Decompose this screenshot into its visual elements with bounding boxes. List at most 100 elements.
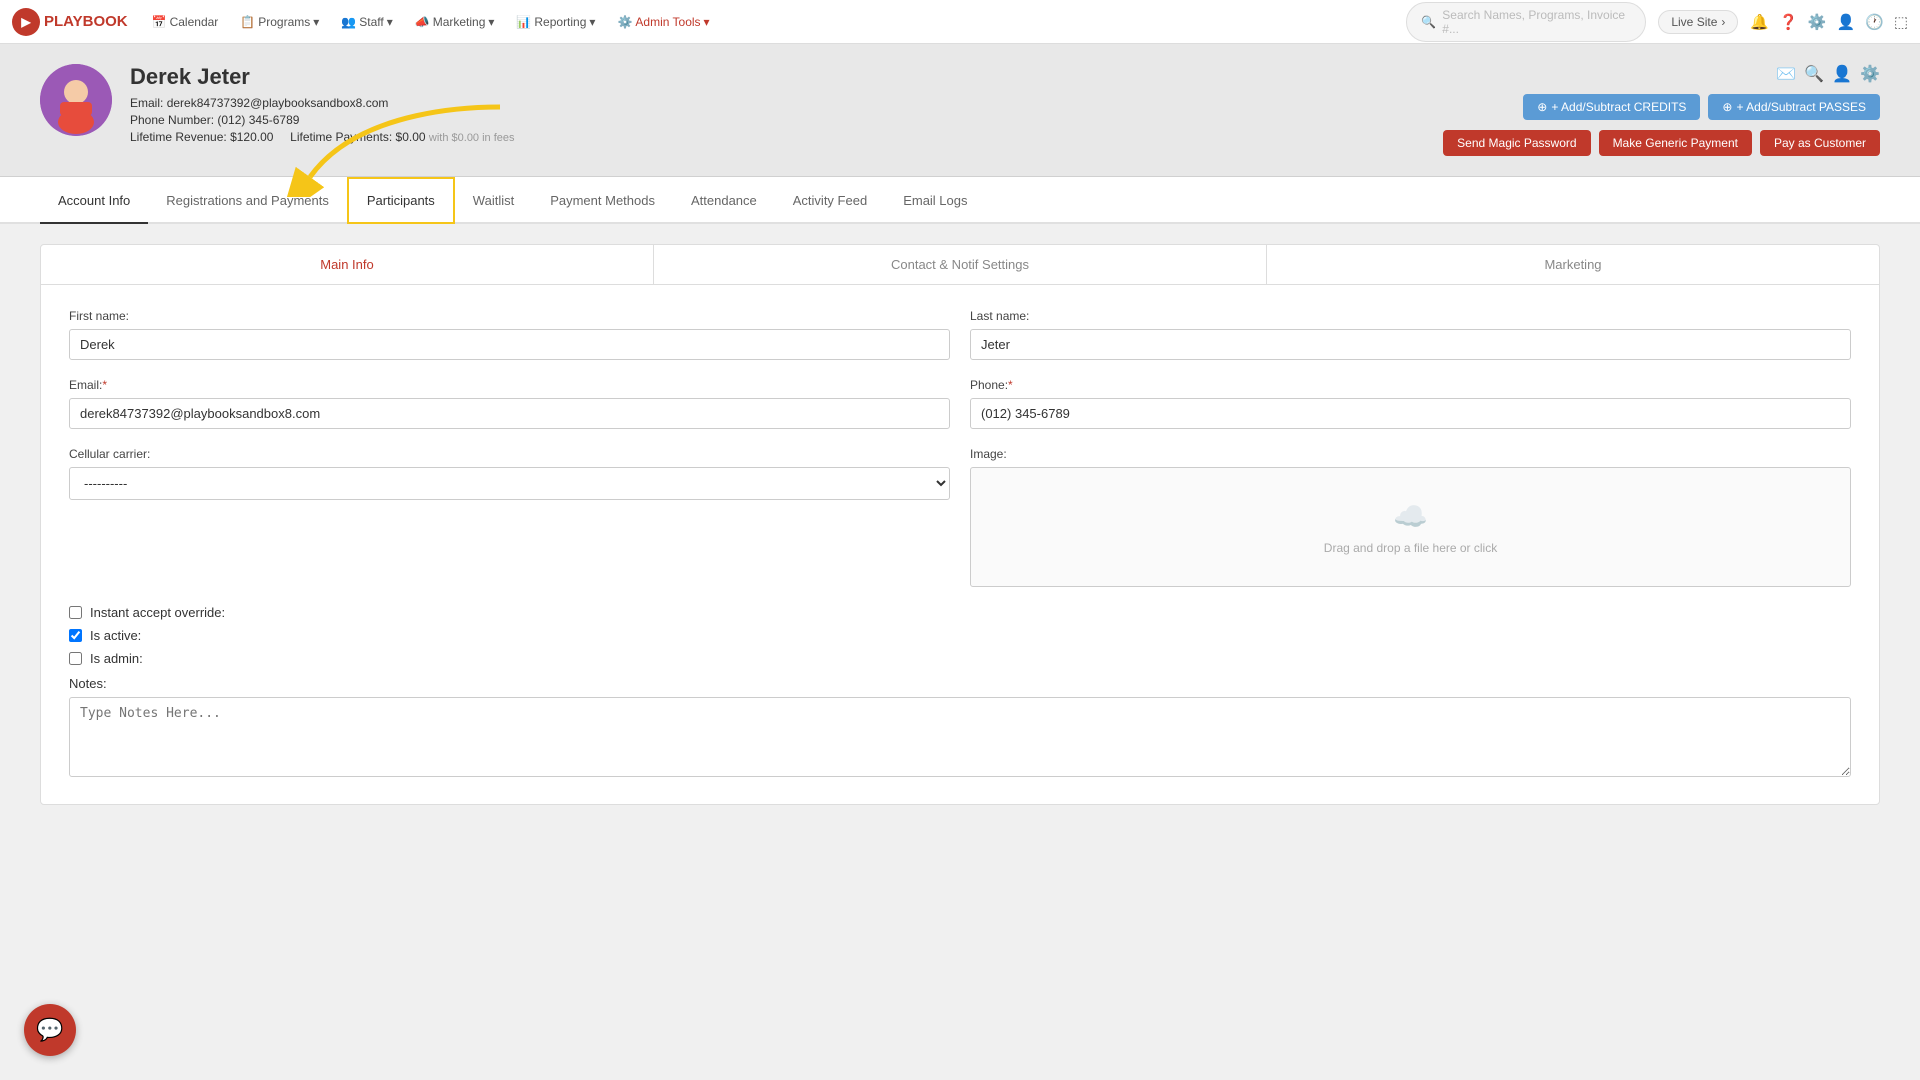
bottom-actions: Send Magic Password Make Generic Payment… (1443, 130, 1880, 156)
carrier-image-row: Cellular carrier: ---------- Image: ☁️ D… (69, 447, 1851, 587)
programs-icon: 📋 (240, 15, 255, 29)
tab-account-info[interactable]: Account Info (40, 179, 148, 224)
nav-admin-tools[interactable]: ⚙️ Admin Tools ▾ (607, 11, 719, 33)
instant-accept-row: Instant accept override: (69, 605, 1851, 620)
is-admin-label: Is admin: (90, 651, 143, 666)
nav-programs[interactable]: 📋 Programs ▾ (230, 11, 329, 33)
email-group: Email:* (69, 378, 950, 429)
last-name-input[interactable] (970, 329, 1851, 360)
brand-icon: ▶ (12, 8, 40, 36)
last-name-group: Last name: (970, 309, 1851, 360)
phone-group: Phone:* (970, 378, 1851, 429)
tab-waitlist[interactable]: Waitlist (455, 179, 532, 224)
form-body: First name: Last name: Email:* (41, 285, 1879, 804)
upload-icon: ☁️ (1393, 500, 1428, 533)
reporting-icon: 📊 (516, 15, 531, 29)
is-active-checkbox[interactable] (69, 629, 82, 642)
last-name-label: Last name: (970, 309, 1851, 323)
chat-icon: 💬 (36, 1017, 63, 1043)
profile-left: Derek Jeter Email: derek84737392@playboo… (40, 64, 515, 147)
is-active-label: Is active: (90, 628, 141, 643)
form-tab-contact-notif[interactable]: Contact & Notif Settings (654, 245, 1267, 284)
tab-payment-methods[interactable]: Payment Methods (532, 179, 673, 224)
user-action-button[interactable]: 👤 (1832, 64, 1852, 84)
logout-icon[interactable]: ⬚ (1894, 13, 1908, 31)
email-phone-row: Email:* Phone:* (69, 378, 1851, 429)
instant-accept-checkbox[interactable] (69, 606, 82, 619)
first-name-label: First name: (69, 309, 950, 323)
plus-credits-icon: ⊕ (1537, 100, 1547, 114)
notes-group: Notes: (69, 676, 1851, 780)
is-active-row: Is active: (69, 628, 1851, 643)
email-label: Email: (130, 96, 163, 110)
plus-passes-icon: ⊕ (1722, 100, 1732, 114)
send-magic-password-button[interactable]: Send Magic Password (1443, 130, 1590, 156)
tab-activity-feed[interactable]: Activity Feed (775, 179, 885, 224)
name-row: First name: Last name: (69, 309, 1851, 360)
top-navigation: ▶ PLAYBOOK 📅 Calendar 📋 Programs ▾ 👥 Sta… (0, 0, 1920, 44)
notes-label: Notes: (69, 676, 1851, 691)
profile-info: Derek Jeter Email: derek84737392@playboo… (130, 64, 515, 147)
first-name-input[interactable] (69, 329, 950, 360)
form-panel: Main Info Contact & Notif Settings Marke… (40, 244, 1880, 805)
add-credits-button[interactable]: ⊕ + Add/Subtract CREDITS (1523, 94, 1700, 120)
profile-email: derek84737392@playbooksandbox8.com (167, 96, 389, 110)
nav-icon-group: 🔔 ❓ ⚙️ 👤 🕐 ⬚ (1750, 13, 1908, 31)
calendar-icon: 📅 (152, 15, 167, 29)
nav-staff[interactable]: 👥 Staff ▾ (331, 11, 402, 33)
nav-marketing[interactable]: 📣 Marketing ▾ (405, 11, 505, 33)
phone-input[interactable] (970, 398, 1851, 429)
profile-name: Derek Jeter (130, 64, 515, 90)
instant-accept-label: Instant accept override: (90, 605, 225, 620)
cellular-carrier-select[interactable]: ---------- (69, 467, 950, 500)
history-icon[interactable]: 🕐 (1865, 13, 1884, 31)
tab-email-logs[interactable]: Email Logs (885, 179, 985, 224)
profile-actions: ✉️ 🔍 👤 ⚙️ ⊕ + Add/Subtract CREDITS ⊕ + A… (1443, 64, 1880, 156)
nav-links: 📅 Calendar 📋 Programs ▾ 👥 Staff ▾ 📣 Mark… (142, 11, 1403, 33)
checkboxes-group: Instant accept override: Is active: Is a… (69, 605, 1851, 666)
is-admin-checkbox[interactable] (69, 652, 82, 665)
image-label: Image: (970, 447, 1851, 461)
cellular-carrier-label: Cellular carrier: (69, 447, 950, 461)
form-tabs: Main Info Contact & Notif Settings Marke… (41, 245, 1879, 285)
tab-participants[interactable]: Participants (347, 177, 455, 224)
form-tab-main-info[interactable]: Main Info (41, 245, 654, 284)
phone-label: Phone:* (970, 378, 1851, 392)
top-icon-actions: ✉️ 🔍 👤 ⚙️ (1776, 64, 1880, 84)
profile-phone: (012) 345-6789 (217, 113, 299, 127)
help-icon[interactable]: ❓ (1779, 13, 1798, 31)
live-site-button[interactable]: Live Site › (1658, 10, 1738, 34)
main-content: Main Info Contact & Notif Settings Marke… (0, 224, 1920, 825)
tabs-bar: Account Info Registrations and Payments … (0, 177, 1920, 224)
search-bar[interactable]: 🔍 Search Names, Programs, Invoice #... (1406, 2, 1646, 42)
search-action-button[interactable]: 🔍 (1804, 64, 1824, 84)
user-icon[interactable]: 👤 (1836, 13, 1855, 31)
make-generic-payment-button[interactable]: Make Generic Payment (1599, 130, 1752, 156)
nav-calendar[interactable]: 📅 Calendar (142, 11, 229, 33)
pay-as-customer-button[interactable]: Pay as Customer (1760, 130, 1880, 156)
chat-button[interactable]: 💬 (24, 1004, 76, 1056)
notification-icon[interactable]: 🔔 (1750, 13, 1769, 31)
email-action-button[interactable]: ✉️ (1776, 64, 1796, 84)
image-upload-area[interactable]: ☁️ Drag and drop a file here or click (970, 467, 1851, 587)
nav-reporting[interactable]: 📊 Reporting ▾ (506, 11, 605, 33)
brand-logo[interactable]: ▶ PLAYBOOK (12, 8, 128, 36)
profile-email-line: Email: derek84737392@playbooksandbox8.co… (130, 96, 515, 110)
profile-phone-line: Phone Number: (012) 345-6789 (130, 113, 515, 127)
email-input[interactable] (69, 398, 950, 429)
search-icon: 🔍 (1421, 15, 1436, 29)
staff-icon: 👥 (341, 15, 356, 29)
profile-revenue-line: Lifetime Revenue: $120.00 Lifetime Payme… (130, 130, 515, 144)
settings-icon[interactable]: ⚙️ (1808, 13, 1827, 31)
is-admin-row: Is admin: (69, 651, 1851, 666)
marketing-icon: 📣 (415, 15, 430, 29)
tabs-container: Account Info Registrations and Payments … (0, 177, 1920, 224)
notes-textarea[interactable] (69, 697, 1851, 777)
phone-label: Phone Number: (130, 113, 214, 127)
tab-registrations[interactable]: Registrations and Payments (148, 179, 347, 224)
add-passes-button[interactable]: ⊕ + Add/Subtract PASSES (1708, 94, 1880, 120)
gear-action-button[interactable]: ⚙️ (1860, 64, 1880, 84)
form-tab-marketing[interactable]: Marketing (1267, 245, 1879, 284)
upload-text: Drag and drop a file here or click (1324, 541, 1497, 555)
tab-attendance[interactable]: Attendance (673, 179, 775, 224)
